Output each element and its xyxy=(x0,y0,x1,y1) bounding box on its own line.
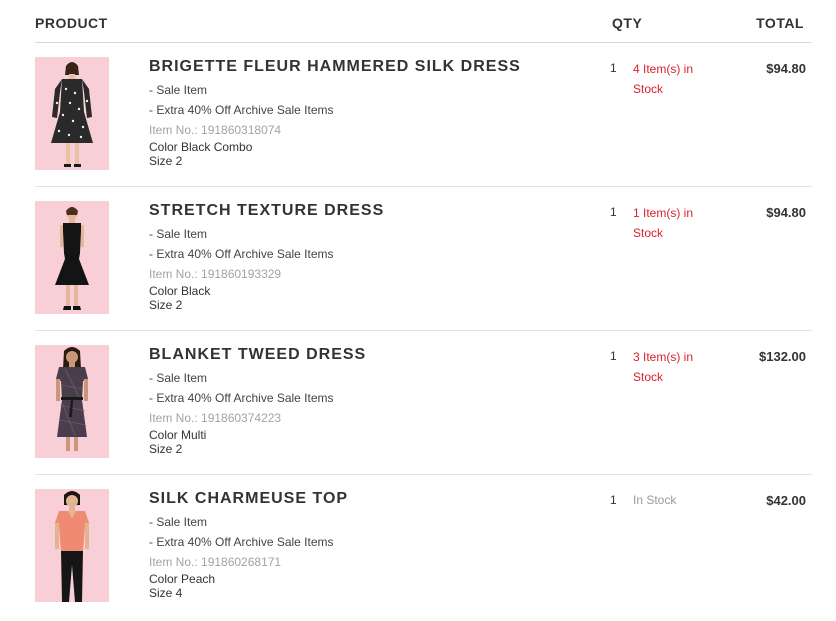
cart-item-row: BRIGETTE FLEUR HAMMERED SILK DRESS - Sal… xyxy=(35,42,812,187)
item-color: Color Black xyxy=(149,284,211,298)
sale-label: - Sale Item xyxy=(149,515,208,529)
cart-item-row: BLANKET TWEED DRESS - Sale Item - Extra … xyxy=(35,330,812,475)
product-image[interactable] xyxy=(35,489,109,602)
sale-label: - Sale Item xyxy=(149,371,208,385)
stock-status: 4 Item(s) in Stock xyxy=(633,62,694,96)
item-qty: 1 xyxy=(610,349,617,363)
item-number: Item No.: 191860318074 xyxy=(149,123,282,137)
item-total: $132.00 xyxy=(759,349,806,364)
item-total: $42.00 xyxy=(766,493,806,508)
product-name[interactable]: STRETCH TEXTURE DRESS xyxy=(149,201,589,221)
item-number: Item No.: 191860374223 xyxy=(149,411,282,425)
item-size: Size 2 xyxy=(149,442,183,456)
promo-label: - Extra 40% Off Archive Sale Items xyxy=(149,103,334,117)
promo-label: - Extra 40% Off Archive Sale Items xyxy=(149,535,334,549)
product-name[interactable]: SILK CHARMEUSE TOP xyxy=(149,489,589,509)
product-image[interactable] xyxy=(35,201,109,314)
item-color: Color Multi xyxy=(149,428,207,442)
header-product: PRODUCT xyxy=(35,15,108,31)
item-color: Color Peach xyxy=(149,572,216,586)
promo-label: - Extra 40% Off Archive Sale Items xyxy=(149,247,334,261)
header-total: TOTAL xyxy=(756,15,804,31)
item-size: Size 2 xyxy=(149,154,183,168)
stock-status: In Stock xyxy=(633,493,677,507)
item-total: $94.80 xyxy=(766,61,806,76)
item-number: Item No.: 191860193329 xyxy=(149,267,282,281)
promo-label: - Extra 40% Off Archive Sale Items xyxy=(149,391,334,405)
item-size: Size 4 xyxy=(149,586,183,600)
item-size: Size 2 xyxy=(149,298,183,312)
sale-label: - Sale Item xyxy=(149,83,208,97)
item-qty: 1 xyxy=(610,61,617,75)
product-name[interactable]: BLANKET TWEED DRESS xyxy=(149,345,589,365)
stock-status: 1 Item(s) in Stock xyxy=(633,206,694,240)
header-qty: QTY xyxy=(612,15,643,31)
product-name[interactable]: BRIGETTE FLEUR HAMMERED SILK DRESS xyxy=(149,57,589,77)
item-qty: 1 xyxy=(610,493,617,507)
cart-item-row: STRETCH TEXTURE DRESS - Sale Item - Extr… xyxy=(35,186,812,331)
item-qty: 1 xyxy=(610,205,617,219)
cart-table-header: PRODUCT QTY TOTAL xyxy=(35,0,812,43)
sale-label: - Sale Item xyxy=(149,227,208,241)
stock-status: 3 Item(s) in Stock xyxy=(633,350,694,384)
product-image[interactable] xyxy=(35,345,109,458)
item-total: $94.80 xyxy=(766,205,806,220)
product-image[interactable] xyxy=(35,57,109,170)
item-number: Item No.: 191860268171 xyxy=(149,555,282,569)
cart-item-row: SILK CHARMEUSE TOP - Sale Item - Extra 4… xyxy=(35,474,812,618)
item-color: Color Black Combo xyxy=(149,140,253,154)
